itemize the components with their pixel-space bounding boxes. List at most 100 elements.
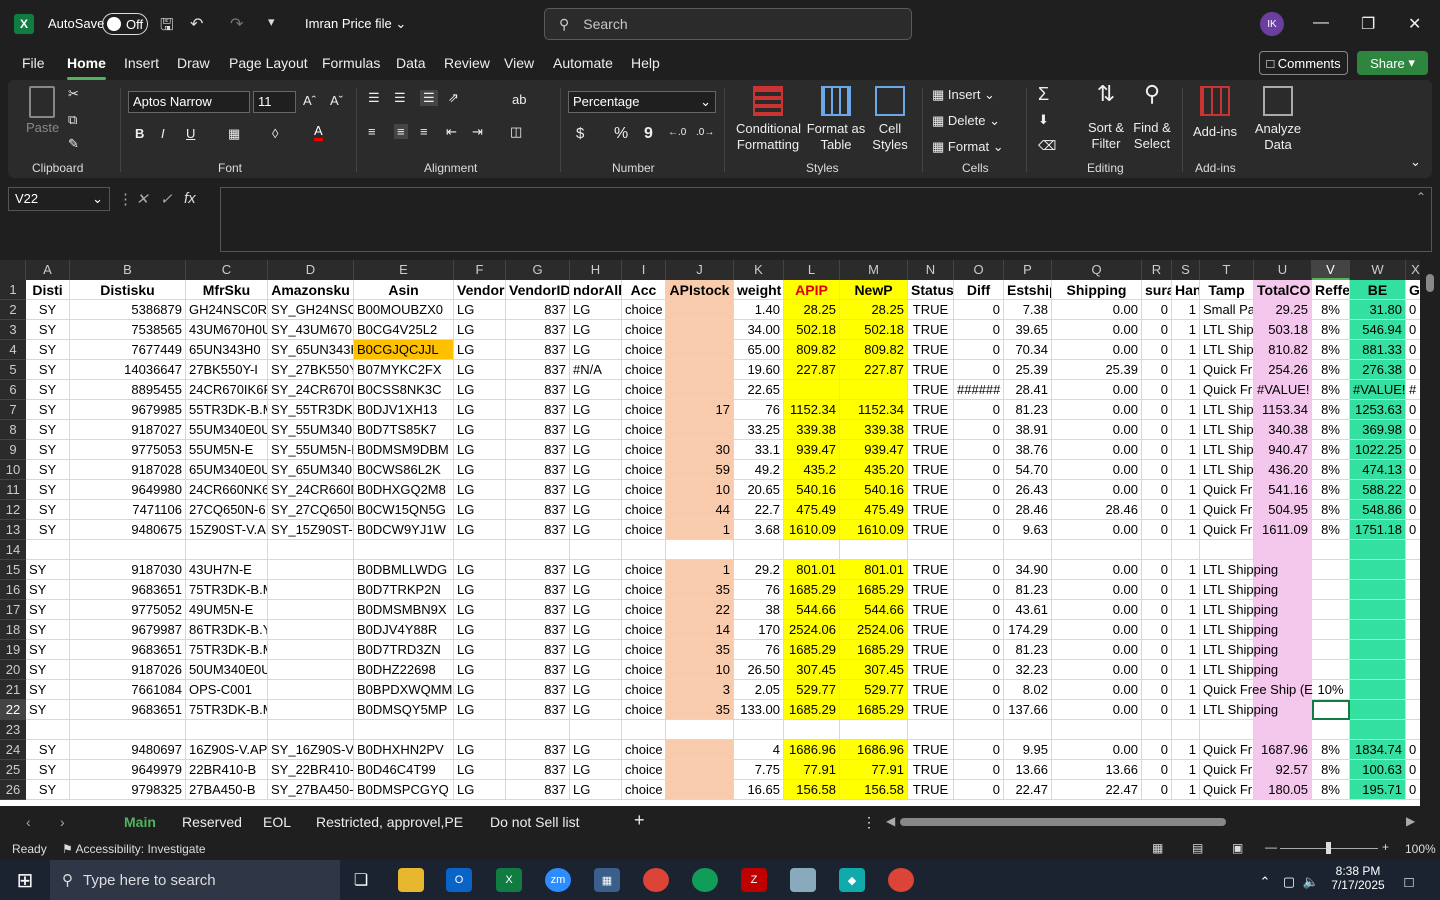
- cell-r25[interactable]: 0: [1142, 760, 1172, 780]
- cell-n13[interactable]: TRUE: [908, 520, 954, 540]
- cell-j12[interactable]: 44: [666, 500, 734, 520]
- column-header-g[interactable]: G: [506, 260, 570, 280]
- cell-p10[interactable]: 54.70: [1004, 460, 1052, 480]
- volume-icon[interactable]: 🔈: [1298, 870, 1324, 894]
- cell-r12[interactable]: 0: [1142, 500, 1172, 520]
- cell-p3[interactable]: 39.65: [1004, 320, 1052, 340]
- cell-j21[interactable]: 3: [666, 680, 734, 700]
- cell-b26[interactable]: 9798325: [70, 780, 186, 800]
- menu-home[interactable]: Home: [67, 55, 106, 80]
- restore-icon[interactable]: ❐: [1361, 14, 1375, 34]
- cell-f24[interactable]: LG: [454, 740, 506, 760]
- menu-review[interactable]: Review: [444, 55, 490, 71]
- cell-i6[interactable]: choice: [622, 380, 666, 400]
- cell-b17[interactable]: 9775052: [70, 600, 186, 620]
- header-cell-d[interactable]: Amazonsku: [268, 280, 354, 300]
- cell-e26[interactable]: B0DMSPCGYQ: [354, 780, 454, 800]
- cell-l18[interactable]: 2524.06: [784, 620, 840, 640]
- cell-d26[interactable]: SY_27BA450-B: [268, 780, 354, 800]
- cell-u10[interactable]: 436.20: [1254, 460, 1312, 480]
- cell-r15[interactable]: 0: [1142, 560, 1172, 580]
- zoom-slider-thumb[interactable]: [1326, 842, 1331, 854]
- cell-d22[interactable]: [268, 700, 354, 720]
- cell-p12[interactable]: 28.46: [1004, 500, 1052, 520]
- cell-q3[interactable]: 0.00: [1052, 320, 1142, 340]
- cell-u2[interactable]: 29.25: [1254, 300, 1312, 320]
- row-header-6[interactable]: 6: [0, 380, 26, 400]
- cell-m17[interactable]: 544.66: [840, 600, 908, 620]
- header-cell-e[interactable]: Asin: [354, 280, 454, 300]
- cell-w10[interactable]: 474.13: [1350, 460, 1406, 480]
- cell-c20[interactable]: 50UM340E0UZ: [186, 660, 268, 680]
- cell-v5[interactable]: 8%: [1312, 360, 1350, 380]
- cell-k9[interactable]: 33.1: [734, 440, 784, 460]
- chrome-icon[interactable]: [643, 868, 669, 892]
- cell-u5[interactable]: 254.26: [1254, 360, 1312, 380]
- cell-t4[interactable]: LTL Ship: [1200, 340, 1254, 360]
- cell-d7[interactable]: SY_55TR3DK-B: [268, 400, 354, 420]
- cell-q8[interactable]: 0.00: [1052, 420, 1142, 440]
- cell-c24[interactable]: 16Z90S-V.APC: [186, 740, 268, 760]
- cell-m19[interactable]: 1685.29: [840, 640, 908, 660]
- vertical-scrollbar[interactable]: [1420, 260, 1440, 806]
- cell-m2[interactable]: 28.25: [840, 300, 908, 320]
- number-format-select[interactable]: Percentage ⌄: [568, 91, 716, 113]
- cell-m9[interactable]: 939.47: [840, 440, 908, 460]
- cell-d5[interactable]: SY_27BK550Y-: [268, 360, 354, 380]
- cell-s3[interactable]: 1: [1172, 320, 1200, 340]
- cell-a23[interactable]: [26, 720, 70, 740]
- cell-u25[interactable]: 92.57: [1254, 760, 1312, 780]
- cell-d13[interactable]: SY_15Z90ST-V: [268, 520, 354, 540]
- cell-p22[interactable]: 137.66: [1004, 700, 1052, 720]
- avatar[interactable]: IK: [1260, 12, 1284, 36]
- font-family-select[interactable]: Aptos Narrow: [128, 91, 250, 113]
- name-box[interactable]: V22 ⌄: [8, 187, 110, 211]
- cell-e7[interactable]: B0DJV1XH13: [354, 400, 454, 420]
- cell-m26[interactable]: 156.58: [840, 780, 908, 800]
- cell-r10[interactable]: 0: [1142, 460, 1172, 480]
- cell-q25[interactable]: 13.66: [1052, 760, 1142, 780]
- cell-p23[interactable]: [1004, 720, 1052, 740]
- cell-d23[interactable]: [268, 720, 354, 740]
- row-header-22[interactable]: 22: [0, 700, 26, 720]
- cell-v7[interactable]: 8%: [1312, 400, 1350, 420]
- cell-x13[interactable]: 0: [1406, 520, 1420, 540]
- taskbar-search[interactable]: ⚲ Type here to search: [50, 860, 340, 900]
- cell-s16[interactable]: 1: [1172, 580, 1200, 600]
- row-header-11[interactable]: 11: [0, 480, 26, 500]
- header-cell-a[interactable]: Disti: [26, 280, 70, 300]
- cell-t7[interactable]: LTL Ship: [1200, 400, 1254, 420]
- borders-icon[interactable]: ▦: [228, 126, 240, 142]
- excel-taskbar-icon[interactable]: X: [496, 868, 522, 892]
- cell-t5[interactable]: Quick Fr: [1200, 360, 1254, 380]
- cell-u13[interactable]: 1611.09: [1254, 520, 1312, 540]
- cell-w25[interactable]: 100.63: [1350, 760, 1406, 780]
- cell-q20[interactable]: 0.00: [1052, 660, 1142, 680]
- cell-c11[interactable]: 24CR660NK6: [186, 480, 268, 500]
- cell-r23[interactable]: [1142, 720, 1172, 740]
- cell-k24[interactable]: 4: [734, 740, 784, 760]
- cell-r3[interactable]: 0: [1142, 320, 1172, 340]
- cell-e12[interactable]: B0CW15QN5G: [354, 500, 454, 520]
- cell-c10[interactable]: 65UM340E0U: [186, 460, 268, 480]
- cell-h26[interactable]: LG: [570, 780, 622, 800]
- cell-h13[interactable]: LG: [570, 520, 622, 540]
- cell-e22[interactable]: B0DMSQY5MP: [354, 700, 454, 720]
- cell-a12[interactable]: SY: [26, 500, 70, 520]
- cell-u3[interactable]: 503.18: [1254, 320, 1312, 340]
- cell-o5[interactable]: 0: [954, 360, 1004, 380]
- cell-k14[interactable]: [734, 540, 784, 560]
- cell-i15[interactable]: choice: [622, 560, 666, 580]
- cell-j17[interactable]: 22: [666, 600, 734, 620]
- cell-n25[interactable]: TRUE: [908, 760, 954, 780]
- cell-b13[interactable]: 9480675: [70, 520, 186, 540]
- cell-o13[interactable]: 0: [954, 520, 1004, 540]
- conditional-formatting-button[interactable]: Conditional Formatting: [736, 86, 801, 153]
- cell-c3[interactable]: 43UM670H0U: [186, 320, 268, 340]
- italic-button[interactable]: I: [161, 126, 165, 141]
- cell-m14[interactable]: [840, 540, 908, 560]
- column-header-x[interactable]: X: [1406, 260, 1420, 280]
- cell-t20[interactable]: LTL Shipping: [1200, 660, 1278, 680]
- scroll-right-icon[interactable]: ▶: [1406, 814, 1415, 828]
- cell-d24[interactable]: SY_16Z90S-V.A: [268, 740, 354, 760]
